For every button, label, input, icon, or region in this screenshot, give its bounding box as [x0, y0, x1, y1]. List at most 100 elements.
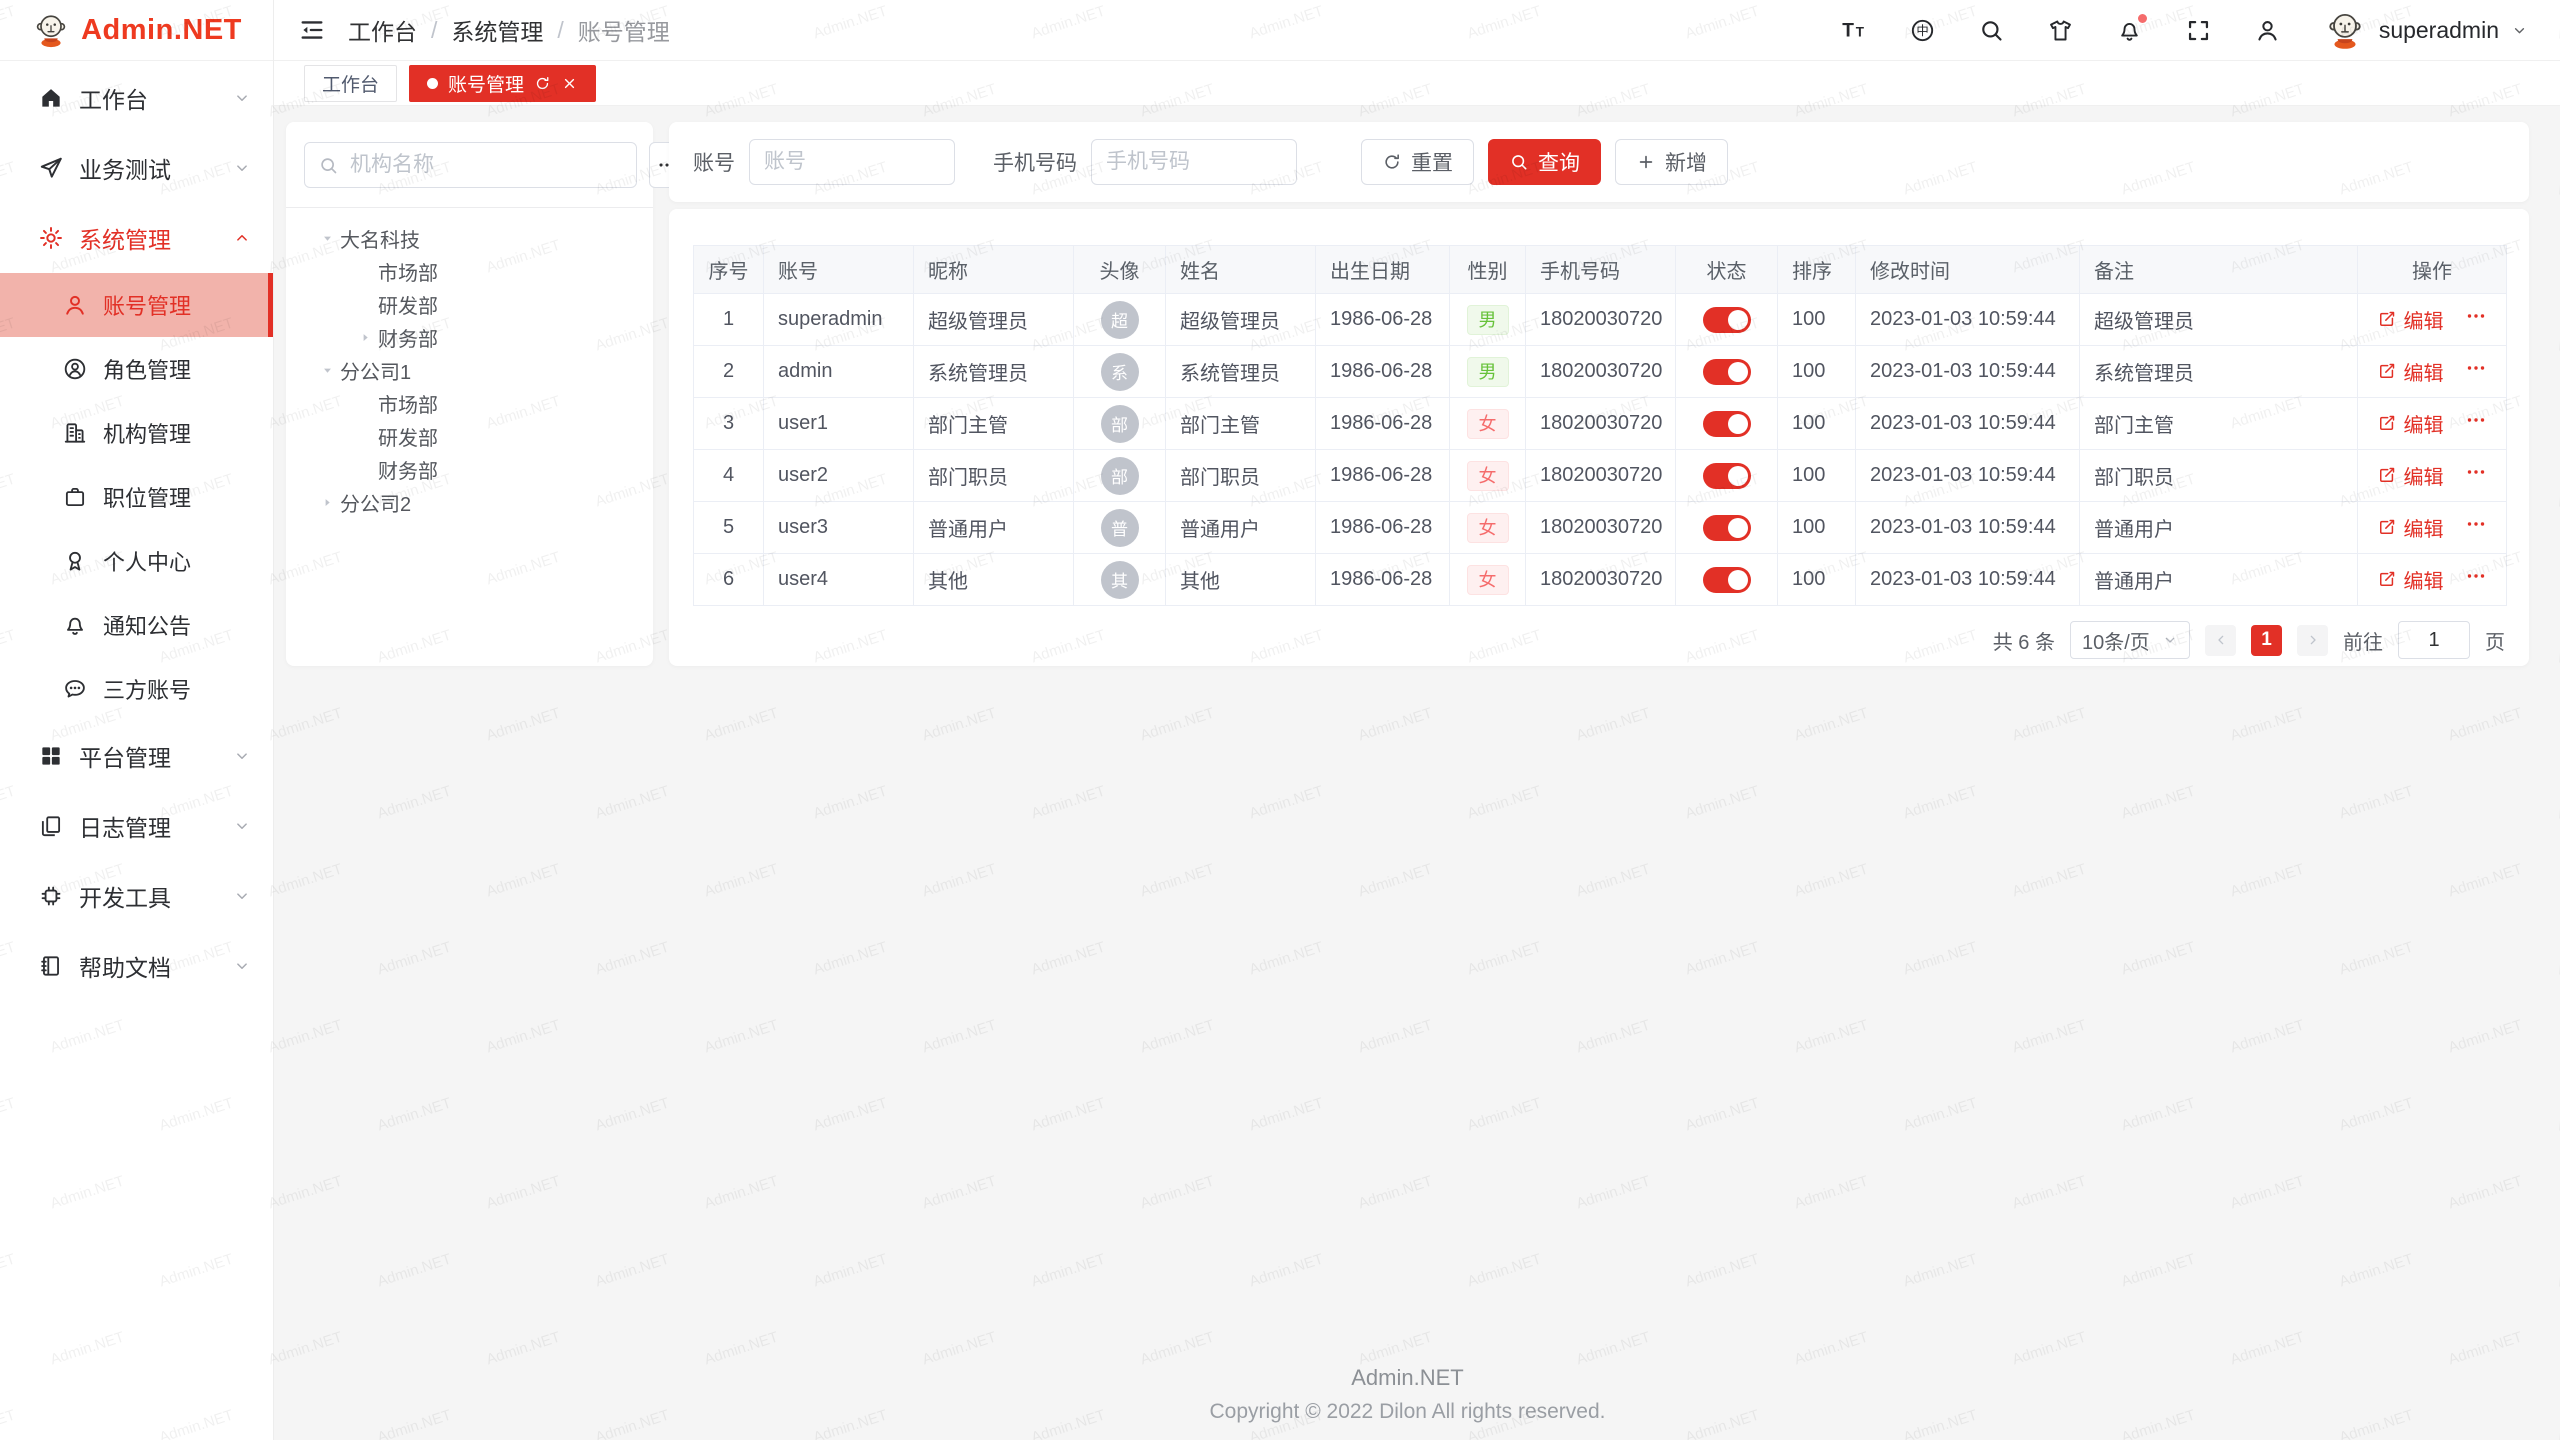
- row-more-button[interactable]: [2464, 512, 2488, 542]
- org-icon: [62, 420, 88, 446]
- divider: [286, 207, 653, 208]
- gender-tag-female: 女: [1467, 565, 1509, 595]
- sidebar-item-position-mgmt[interactable]: 职位管理: [0, 465, 273, 529]
- edit-button[interactable]: 编辑: [2377, 461, 2444, 490]
- caret-placeholder: [352, 462, 378, 477]
- sidebar-item-org-mgmt[interactable]: 机构管理: [0, 401, 273, 465]
- status-toggle[interactable]: [1703, 515, 1751, 541]
- prev-page-button[interactable]: [2205, 625, 2236, 656]
- cell-name: 部门主管: [1166, 398, 1316, 450]
- sidebar-item-role-mgmt[interactable]: 角色管理: [0, 337, 273, 401]
- tree-node[interactable]: 财务部: [304, 321, 635, 354]
- edit-button[interactable]: 编辑: [2377, 565, 2444, 594]
- tree-node[interactable]: 分公司2: [304, 486, 635, 519]
- edit-button[interactable]: 编辑: [2377, 513, 2444, 542]
- logo-text: Admin.NET: [81, 14, 242, 47]
- tree-node[interactable]: 大名科技: [304, 222, 635, 255]
- edit-icon: [2377, 413, 2397, 433]
- sidebar-item-system-mgmt[interactable]: 系统管理: [0, 203, 273, 273]
- logo: Admin.NET: [0, 0, 273, 61]
- edit-button[interactable]: 编辑: [2377, 305, 2444, 334]
- search-button[interactable]: 查询: [1488, 139, 1601, 185]
- sidebar-item-dev-tools[interactable]: 开发工具: [0, 861, 273, 931]
- page-number-1[interactable]: 1: [2251, 625, 2282, 656]
- reset-button[interactable]: 重置: [1361, 139, 1474, 185]
- tree-node[interactable]: 市场部: [304, 387, 635, 420]
- platform-icon: [38, 743, 64, 769]
- org-tree-panel: 大名科技市场部研发部财务部分公司1市场部研发部财务部分公司2: [286, 122, 653, 666]
- tab-workbench[interactable]: 工作台: [304, 65, 397, 102]
- tree-node[interactable]: 分公司1: [304, 354, 635, 387]
- sidebar-item-workbench[interactable]: 工作台: [0, 63, 273, 133]
- cell-avatar: 其: [1074, 554, 1166, 606]
- send-icon: [38, 155, 64, 181]
- org-search-input[interactable]: [348, 152, 623, 178]
- breadcrumb-item[interactable]: 系统管理: [451, 13, 543, 47]
- font-size-icon[interactable]: TT: [1840, 17, 1867, 44]
- account-filter-input[interactable]: [749, 139, 955, 185]
- page-size-select[interactable]: 10条/页: [2070, 621, 2190, 659]
- bell-icon[interactable]: [2116, 17, 2143, 44]
- breadcrumb-item[interactable]: 账号管理: [578, 13, 670, 47]
- cell-actions: 编辑: [2358, 398, 2507, 450]
- collapse-menu-icon[interactable]: [298, 16, 326, 44]
- row-more-button[interactable]: [2464, 460, 2488, 490]
- next-page-button[interactable]: [2297, 625, 2328, 656]
- cell-nickname: 超级管理员: [914, 294, 1074, 346]
- sidebar-item-log-mgmt[interactable]: 日志管理: [0, 791, 273, 861]
- tree-node[interactable]: 市场部: [304, 255, 635, 288]
- svg-text:中: 中: [1916, 23, 1928, 38]
- person-icon[interactable]: [2254, 17, 2281, 44]
- sidebar-item-label: 职位管理: [103, 481, 191, 513]
- sidebar-item-label: 机构管理: [103, 417, 191, 449]
- tree-node[interactable]: 研发部: [304, 288, 635, 321]
- tree-node-label: 分公司2: [340, 488, 411, 517]
- row-more-button[interactable]: [2464, 304, 2488, 334]
- sidebar-item-notice[interactable]: 通知公告: [0, 593, 273, 657]
- add-button[interactable]: 新增: [1615, 139, 1728, 185]
- gender-tag-female: 女: [1467, 513, 1509, 543]
- theme-icon[interactable]: [2047, 17, 2074, 44]
- status-toggle[interactable]: [1703, 359, 1751, 385]
- sidebar-item-platform-mgmt[interactable]: 平台管理: [0, 721, 273, 791]
- tab-account-mgmt[interactable]: 账号管理: [409, 65, 596, 102]
- sidebar-item-account-mgmt[interactable]: 账号管理: [0, 273, 273, 337]
- position-icon: [62, 484, 88, 510]
- row-avatar: 系: [1101, 353, 1139, 391]
- cell-account: user2: [764, 450, 914, 502]
- cell-actions: 编辑: [2358, 294, 2507, 346]
- user-menu[interactable]: superadmin: [2323, 8, 2528, 52]
- search-icon: [318, 155, 339, 176]
- sidebar-item-business-test[interactable]: 业务测试: [0, 133, 273, 203]
- column-header-avatar: 头像: [1074, 246, 1166, 294]
- status-toggle[interactable]: [1703, 307, 1751, 333]
- status-toggle[interactable]: [1703, 567, 1751, 593]
- status-toggle[interactable]: [1703, 463, 1751, 489]
- tree-node[interactable]: 财务部: [304, 453, 635, 486]
- row-more-button[interactable]: [2464, 356, 2488, 386]
- row-more-button[interactable]: [2464, 408, 2488, 438]
- cell-birth: 1986-06-28: [1316, 346, 1450, 398]
- search-icon[interactable]: [1978, 17, 2005, 44]
- edit-button[interactable]: 编辑: [2377, 357, 2444, 386]
- cell-index: 4: [694, 450, 764, 502]
- goto-page-input[interactable]: [2398, 621, 2470, 659]
- sidebar-item-help-docs[interactable]: 帮助文档: [0, 931, 273, 1001]
- cell-mtime: 2023-01-03 10:59:44: [1856, 346, 2080, 398]
- phone-filter-input[interactable]: [1091, 139, 1297, 185]
- edit-button[interactable]: 编辑: [2377, 409, 2444, 438]
- sidebar-item-personal-center[interactable]: 个人中心: [0, 529, 273, 593]
- fullscreen-icon[interactable]: [2185, 17, 2212, 44]
- table-row: 1superadmin超级管理员超超级管理员1986-06-28男1802003…: [694, 294, 2507, 346]
- cell-mtime: 2023-01-03 10:59:44: [1856, 450, 2080, 502]
- row-more-button[interactable]: [2464, 564, 2488, 594]
- breadcrumb-item[interactable]: 工作台: [348, 13, 417, 47]
- tree-node[interactable]: 研发部: [304, 420, 635, 453]
- language-icon[interactable]: 中: [1909, 17, 1936, 44]
- status-toggle[interactable]: [1703, 411, 1751, 437]
- column-header-birth: 出生日期: [1316, 246, 1450, 294]
- cell-avatar: 超: [1074, 294, 1166, 346]
- sidebar-item-third-party-account[interactable]: 三方账号: [0, 657, 273, 721]
- cell-nickname: 部门主管: [914, 398, 1074, 450]
- plus-icon: [1636, 152, 1656, 172]
